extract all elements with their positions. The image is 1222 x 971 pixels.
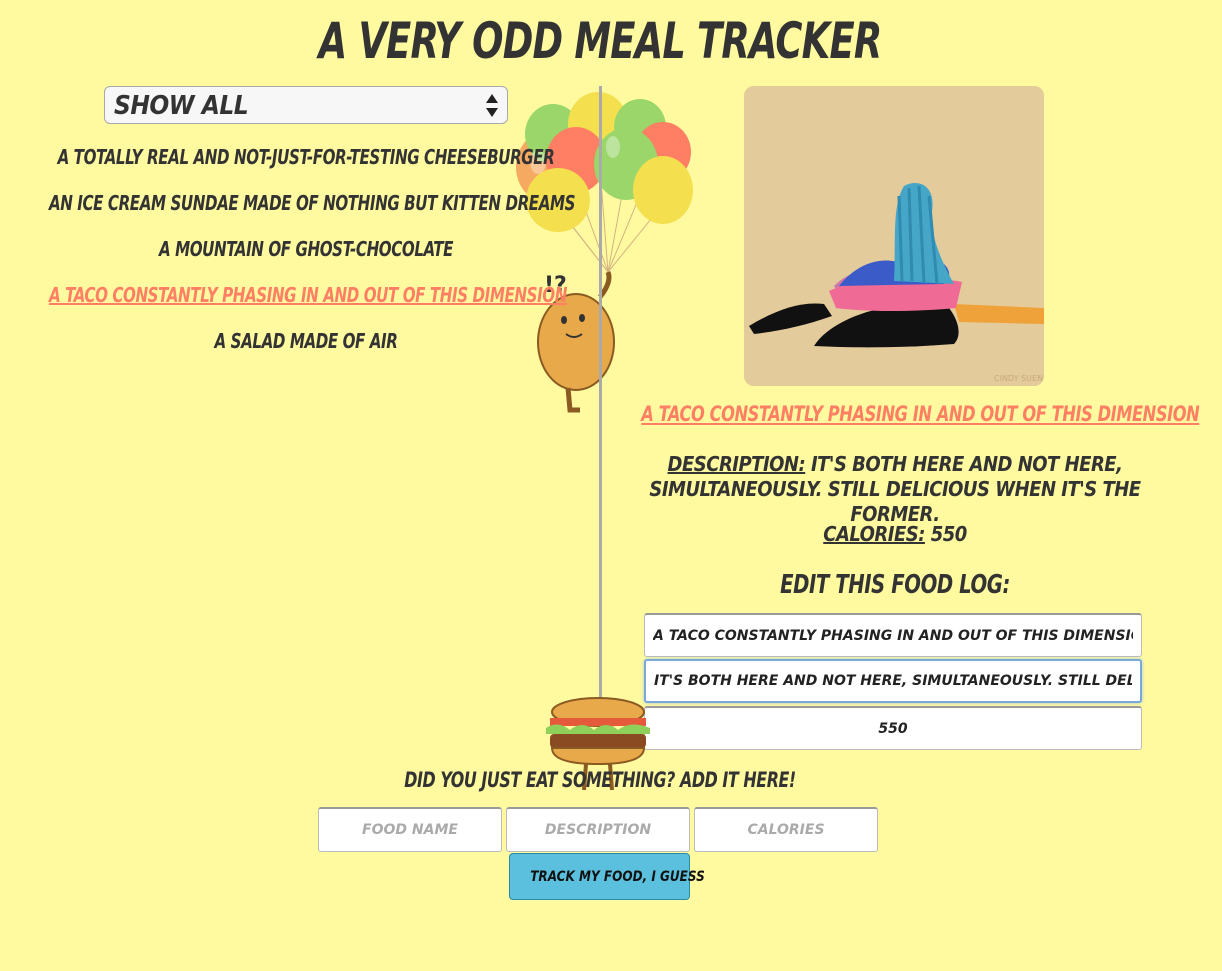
food-list-item[interactable]: A salad made of air — [49, 322, 563, 368]
food-list-item-selected[interactable]: A taco constantly phasing in and out of … — [49, 276, 567, 322]
track-food-button[interactable]: Track my food, I guess — [509, 853, 705, 900]
edit-description-input[interactable] — [644, 659, 1142, 703]
detail-food-name: A taco constantly phasing in and out of … — [641, 402, 1200, 426]
calories-label: Calories: — [823, 522, 925, 546]
page: A Very Odd Meal Tracker Show All !? — [0, 0, 1222, 971]
detail-calories: Calories: 550 — [600, 522, 1190, 546]
add-description-input[interactable] — [506, 807, 690, 852]
food-list: A totally real and not-just-for-testing … — [0, 138, 612, 368]
food-list-item[interactable]: A mountain of ghost-chocolate — [49, 230, 563, 276]
add-calories-input[interactable] — [694, 807, 878, 852]
edit-calories-input[interactable] — [644, 706, 1142, 750]
add-form-heading: Did you just eat something? Add it here! — [404, 768, 796, 792]
edit-name-input[interactable] — [644, 613, 1142, 657]
filter-selected-value: Show All — [114, 91, 249, 121]
food-list-item[interactable]: An ice cream sundae made of nothing but … — [49, 184, 576, 230]
description-label: Description: — [667, 452, 806, 476]
column-divider — [599, 86, 602, 730]
edit-form-heading: Edit this food log: — [780, 570, 1010, 600]
add-food-name-input[interactable] — [318, 807, 502, 852]
detail-description: Description: It's both here and not here… — [612, 452, 1178, 527]
food-list-item[interactable]: A totally real and not-just-for-testing … — [49, 138, 563, 184]
filter-select[interactable]: Show All — [104, 86, 508, 124]
image-watermark: CINDY SUEN — [994, 374, 1043, 383]
select-arrows-icon — [486, 94, 498, 117]
calories-value: 550 — [930, 522, 968, 546]
page-title: A Very Odd Meal Tracker — [318, 12, 883, 70]
track-food-button-label: Track my food, I guess — [530, 868, 705, 885]
food-image: CINDY SUEN — [744, 86, 1044, 386]
taco-illustration: CINDY SUEN — [744, 86, 1044, 386]
